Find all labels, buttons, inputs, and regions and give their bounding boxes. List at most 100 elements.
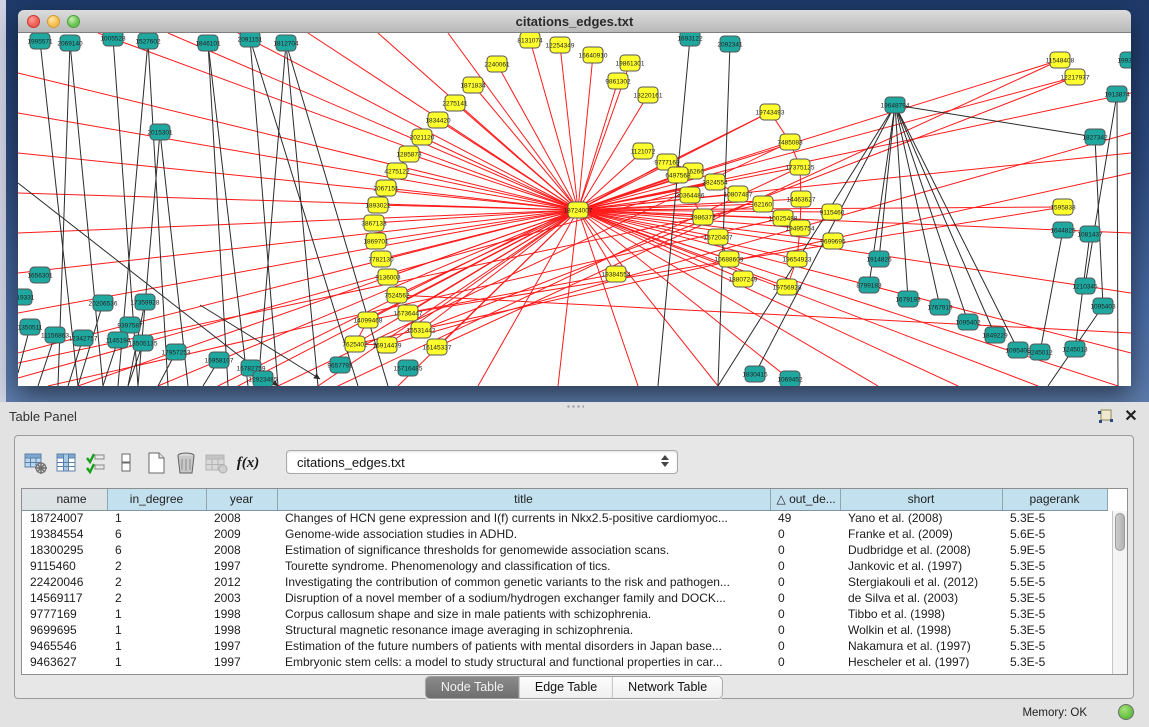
graph-node[interactable]: 1005528	[100, 33, 126, 46]
graph-node[interactable]: 13505135	[129, 335, 158, 351]
cell-name[interactable]: 14569117	[22, 590, 107, 606]
function-builder-icon[interactable]: f(x)	[231, 449, 265, 477]
close-panel-icon[interactable]: ✕	[1122, 406, 1140, 426]
cell-year[interactable]: 2012	[206, 574, 277, 590]
graph-node[interactable]: 19654923	[783, 251, 812, 267]
graph-node[interactable]: 7524562	[384, 287, 410, 303]
cell-short[interactable]: Franke et al. (2009)	[840, 526, 1002, 542]
cell-title[interactable]: Investigating the contribution of common…	[277, 574, 770, 590]
cell-name[interactable]: 18300295	[22, 542, 107, 558]
cell-out_degree[interactable]: 0	[770, 638, 840, 654]
graph-node[interactable]: 10807487	[724, 186, 753, 202]
cell-out_degree[interactable]: 49	[770, 510, 840, 526]
graph-node[interactable]: 11548408	[1046, 52, 1075, 68]
cell-out_degree[interactable]: 0	[770, 622, 840, 638]
graph-node[interactable]: 1827342	[1082, 129, 1108, 145]
table-row[interactable]: 977716911998Corpus callosum shape and si…	[22, 606, 1107, 622]
cell-year[interactable]: 1998	[206, 622, 277, 638]
graph-node[interactable]: 1869701	[363, 233, 389, 249]
graph-node[interactable]: 9657791	[327, 357, 353, 373]
cell-name[interactable]: 9115460	[22, 558, 107, 574]
table-row[interactable]: 1938455462009Genome-wide association stu…	[22, 526, 1107, 542]
graph-node[interactable]: 19743493	[756, 104, 785, 120]
cell-out_degree[interactable]: 0	[770, 558, 840, 574]
graph-node[interactable]: 6497568	[665, 167, 691, 183]
table-row[interactable]: 946554611997Estimation of the future num…	[22, 638, 1107, 654]
window-titlebar[interactable]: citations_edges.txt	[18, 10, 1131, 33]
cell-out_degree[interactable]: 0	[770, 654, 840, 670]
graph-node[interactable]: 1595838	[1050, 199, 1076, 215]
graph-node[interactable]: 1871834	[460, 77, 486, 93]
cell-out_degree[interactable]: 0	[770, 590, 840, 606]
cell-in_degree[interactable]: 2	[107, 590, 206, 606]
graph-node[interactable]: 20364486	[676, 187, 705, 203]
cell-year[interactable]: 1998	[206, 606, 277, 622]
graph-node[interactable]: 1095403	[1090, 298, 1116, 314]
graph-node[interactable]: 62160	[753, 196, 773, 212]
cell-short[interactable]: Jankovic et al. (1997)	[840, 558, 1002, 574]
graph-node[interactable]: 2021120	[410, 129, 435, 145]
graph-node[interactable]: 13220161	[634, 87, 663, 103]
cell-title[interactable]: Disruption of a novel member of a sodium…	[277, 590, 770, 606]
graph-node[interactable]: 7625402	[342, 336, 368, 352]
graph-node[interactable]: 16720407	[704, 229, 733, 245]
graph-node[interactable]: 1679193	[895, 291, 921, 307]
cell-pagerank[interactable]: 5.3E-5	[1002, 606, 1107, 622]
graph-node[interactable]: 16145337	[423, 339, 452, 355]
new-document-icon[interactable]	[141, 449, 171, 477]
graph-node[interactable]: 2091151	[238, 33, 263, 47]
graph-node[interactable]: 1527602	[135, 33, 161, 49]
graph-node[interactable]: 1081437	[1077, 226, 1103, 242]
cell-name[interactable]: 9465546	[22, 638, 107, 654]
cell-year[interactable]: 2008	[206, 510, 277, 526]
graph-node[interactable]: 19384554	[602, 266, 631, 282]
graph-node[interactable]: 2069140	[57, 35, 83, 51]
cell-short[interactable]: Tibbo et al. (1998)	[840, 606, 1002, 622]
show-columns-icon[interactable]	[51, 449, 81, 477]
graph-node[interactable]: 1145194	[106, 332, 131, 348]
cell-year[interactable]: 2003	[206, 590, 277, 606]
graph-node[interactable]: 1846101	[195, 35, 221, 51]
graph-node[interactable]: 7485083	[777, 134, 803, 150]
graph-node[interactable]: 12217977	[1061, 69, 1090, 85]
graph-node[interactable]: 2092341	[717, 36, 743, 52]
graph-node[interactable]: 7986372	[690, 209, 716, 225]
graph-node[interactable]: 4275122	[384, 163, 410, 179]
graph-node[interactable]: 9119331	[18, 289, 35, 305]
graph-node[interactable]: 11156863	[41, 327, 69, 343]
graph-node[interactable]: 17957253	[162, 344, 191, 360]
graph-node[interactable]: 1245013	[1062, 341, 1088, 357]
cell-year[interactable]: 1997	[206, 638, 277, 654]
graph-node[interactable]: 15716485	[394, 360, 423, 376]
graph-node[interactable]: 9861302	[605, 73, 631, 89]
cell-pagerank[interactable]: 5.5E-5	[1002, 574, 1107, 590]
cell-pagerank[interactable]: 5.3E-5	[1002, 590, 1107, 606]
graph-node[interactable]: 2240061	[484, 56, 510, 72]
cell-title[interactable]: Estimation of significance thresholds fo…	[277, 542, 770, 558]
table-row[interactable]: 2242004622012Investigating the contribut…	[22, 574, 1107, 590]
graph-node[interactable]: 1914826	[866, 251, 892, 267]
graph-node[interactable]: 1893021	[365, 197, 391, 213]
table-row[interactable]: 969969511998Structural magnetic resonanc…	[22, 622, 1107, 638]
tab-edge-table[interactable]: Edge Table	[520, 677, 613, 698]
graph-node[interactable]: 17375125	[786, 159, 815, 175]
cell-title[interactable]: Tourette syndrome. Phenomenology and cla…	[277, 558, 770, 574]
graph-node[interactable]: 1656301	[27, 267, 53, 283]
column-header-year[interactable]: year	[206, 489, 277, 510]
column-header-in_degree[interactable]: in_degree	[107, 489, 206, 510]
column-header-title[interactable]: title	[277, 489, 770, 510]
graph-node[interactable]: 1121072	[631, 143, 656, 159]
column-header-pagerank[interactable]: pagerank	[1002, 489, 1107, 510]
graph-node[interactable]: 2015301	[147, 124, 173, 140]
graph-node[interactable]: 12254349	[546, 37, 575, 53]
table-row[interactable]: 1830029562008Estimation of significance …	[22, 542, 1107, 558]
memory-status-indicator[interactable]	[1118, 704, 1134, 720]
cell-title[interactable]: Changes of HCN gene expression and I(f) …	[277, 510, 770, 526]
graph-node[interactable]: 1644825	[1050, 222, 1076, 238]
cell-pagerank[interactable]: 5.3E-5	[1002, 654, 1107, 670]
graph-node[interactable]: 9136003	[375, 269, 401, 285]
cell-in_degree[interactable]: 2	[107, 558, 206, 574]
graph-node[interactable]: 1812704	[273, 35, 299, 51]
graph-node[interactable]: 17359928	[131, 294, 160, 310]
graph-node[interactable]: 1095402	[955, 314, 981, 330]
